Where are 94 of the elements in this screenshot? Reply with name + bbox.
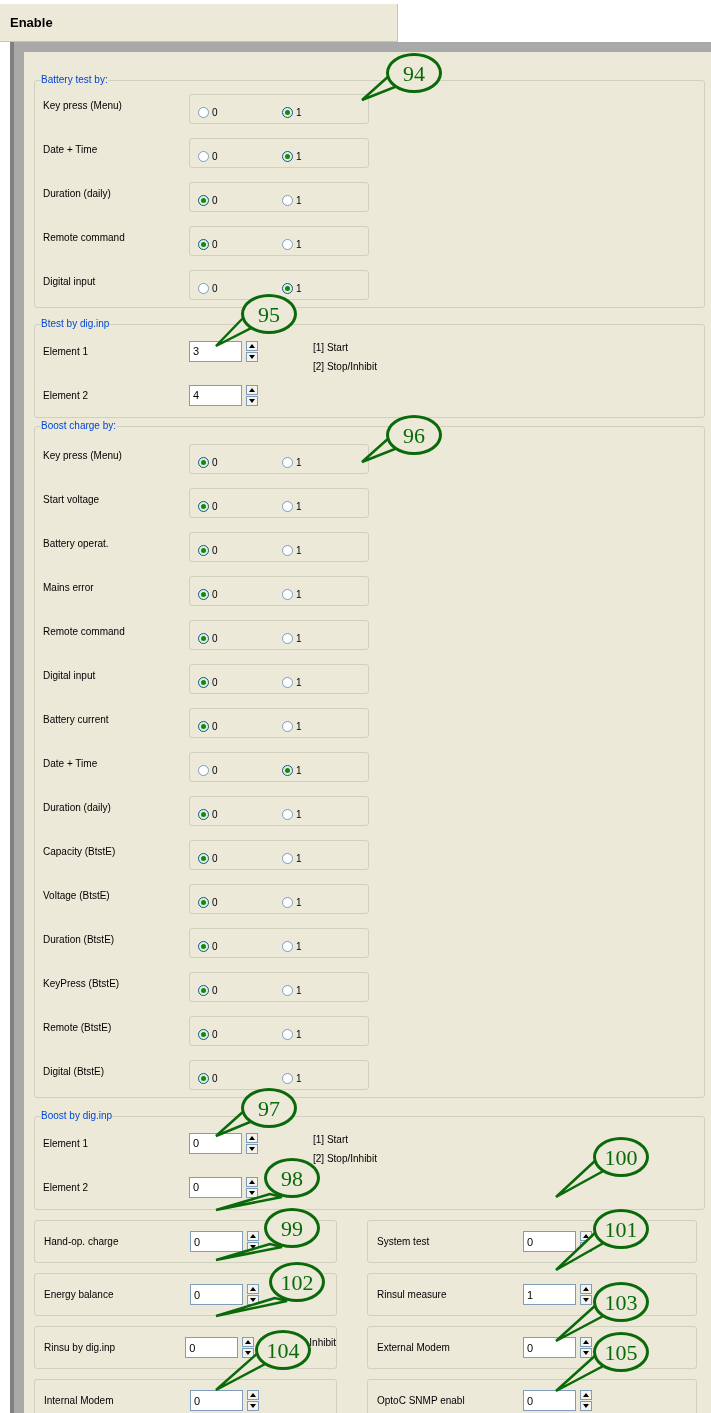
radio-button[interactable]: 1 [282,850,302,866]
radio-button[interactable]: 0 [198,542,282,558]
field-label: KeyPress (BtstE) [43,976,121,991]
field-label: Start voltage [43,492,101,507]
field-label: Element 1 [43,344,90,359]
number-field[interactable]: 0 [190,1231,243,1252]
radio-button[interactable]: 0 [198,1026,282,1042]
field-label: Remote (BtstE) [43,1020,113,1035]
radio-button[interactable]: 1 [282,630,302,646]
radio-button[interactable]: 1 [282,236,302,252]
field-label: Element 2 [43,388,90,403]
field-label: Digital (BtstE) [43,1064,106,1079]
radio-button[interactable]: 1 [282,762,302,778]
radio-button[interactable]: 0 [198,498,282,514]
field-label: Internal Modem [44,1394,115,1408]
radio-button[interactable]: 0 [198,1070,282,1086]
radio-button[interactable]: 1 [282,894,302,910]
number-field[interactable]: 0 [190,1284,243,1305]
field-label: Duration (BtstE) [43,932,116,947]
field-label: Rinsul measure [377,1288,448,1302]
number-field[interactable]: 0 [189,1176,242,1198]
radio-button[interactable]: 1 [282,104,302,120]
radio-button[interactable]: 1 [282,192,302,208]
field-label: Capacity (BtstE) [43,844,117,859]
field-label: Hand-op. charge [44,1235,120,1249]
number-field[interactable]: 0 [190,1390,243,1411]
field-label: System test [377,1235,431,1249]
radio-button[interactable]: 1 [282,718,302,734]
legend-note: [2] Stop/Inhibit [313,360,377,374]
radio-button[interactable]: 1 [282,542,302,558]
field-label: Battery current [43,712,110,727]
number-field[interactable]: 0 [189,1132,242,1154]
radio-button[interactable]: 0 [198,236,282,252]
field-label: Element 2 [43,1180,90,1195]
field-label: Battery operat. [43,536,110,551]
radio-button[interactable]: 1 [282,498,302,514]
group-title: Boost charge by: [41,419,117,433]
radio-button[interactable]: 0 [198,806,282,822]
number-field[interactable]: 0 [185,1337,239,1358]
field-label: OptoC SNMP enabl [377,1394,466,1408]
radio-button[interactable]: 1 [282,982,302,998]
field-label: Date + Time [43,756,99,771]
radio-button[interactable]: 1 [282,938,302,954]
radio-button[interactable]: 0 [198,982,282,998]
radio-button[interactable]: 0 [198,850,282,866]
number-field[interactable]: 1 [523,1284,576,1305]
number-field[interactable]: 0 [523,1231,576,1252]
radio-button[interactable]: 0 [198,718,282,734]
radio-button[interactable]: 0 [198,630,282,646]
radio-button[interactable]: 0 [198,586,282,602]
field-label: Key press (Menu) [43,98,123,113]
field-label: External Modem [377,1341,451,1355]
radio-button[interactable]: 1 [282,1070,302,1086]
field-label: Rinsu by dig.inp [44,1341,117,1355]
legend-note: [2] Stop/Inhibit [313,1152,377,1166]
field-label: Duration (daily) [43,186,112,201]
radio-button[interactable]: 0 [198,280,282,296]
number-field[interactable]: 0 [523,1390,576,1411]
radio-button[interactable]: 0 [198,104,282,120]
radio-button[interactable]: 1 [282,280,302,296]
number-field[interactable]: 4 [189,384,242,406]
field-label: Energy balance [44,1288,115,1302]
radio-button[interactable]: 1 [282,1026,302,1042]
radio-button[interactable]: 0 [198,938,282,954]
field-label: Remote command [43,624,126,639]
field-label: Duration (daily) [43,800,112,815]
field-label: Element 1 [43,1136,90,1151]
radio-button[interactable]: 1 [282,674,302,690]
radio-button[interactable]: 0 [198,148,282,164]
radio-button[interactable]: 0 [198,674,282,690]
group-title: Boost by dig.inp [41,1109,113,1123]
radio-button[interactable]: 0 [198,454,282,470]
field-label: Mains error [43,580,95,595]
radio-button[interactable]: 1 [282,454,302,470]
field-label: Remote command [43,230,126,245]
legend-note: [1] Start [313,1133,349,1147]
note-text: Inhibit [309,1336,336,1350]
number-field[interactable]: 3 [189,340,242,362]
group-title: Battery test by: [41,73,108,87]
field-label: Digital input [43,668,97,683]
number-field[interactable]: 0 [523,1337,576,1358]
field-label: Date + Time [43,142,99,157]
group-title: Btest by dig.inp [41,317,110,331]
header-bar: Enable [0,4,398,42]
field-label: Key press (Menu) [43,448,123,463]
radio-button[interactable]: 0 [198,894,282,910]
radio-button[interactable]: 1 [282,148,302,164]
radio-button[interactable]: 0 [198,762,282,778]
field-label: Digital input [43,274,97,289]
field-label: Voltage (BtstE) [43,888,111,903]
radio-button[interactable]: 1 [282,586,302,602]
radio-button[interactable]: 1 [282,806,302,822]
legend-note: [1] Start [313,341,349,355]
radio-button[interactable]: 0 [198,192,282,208]
